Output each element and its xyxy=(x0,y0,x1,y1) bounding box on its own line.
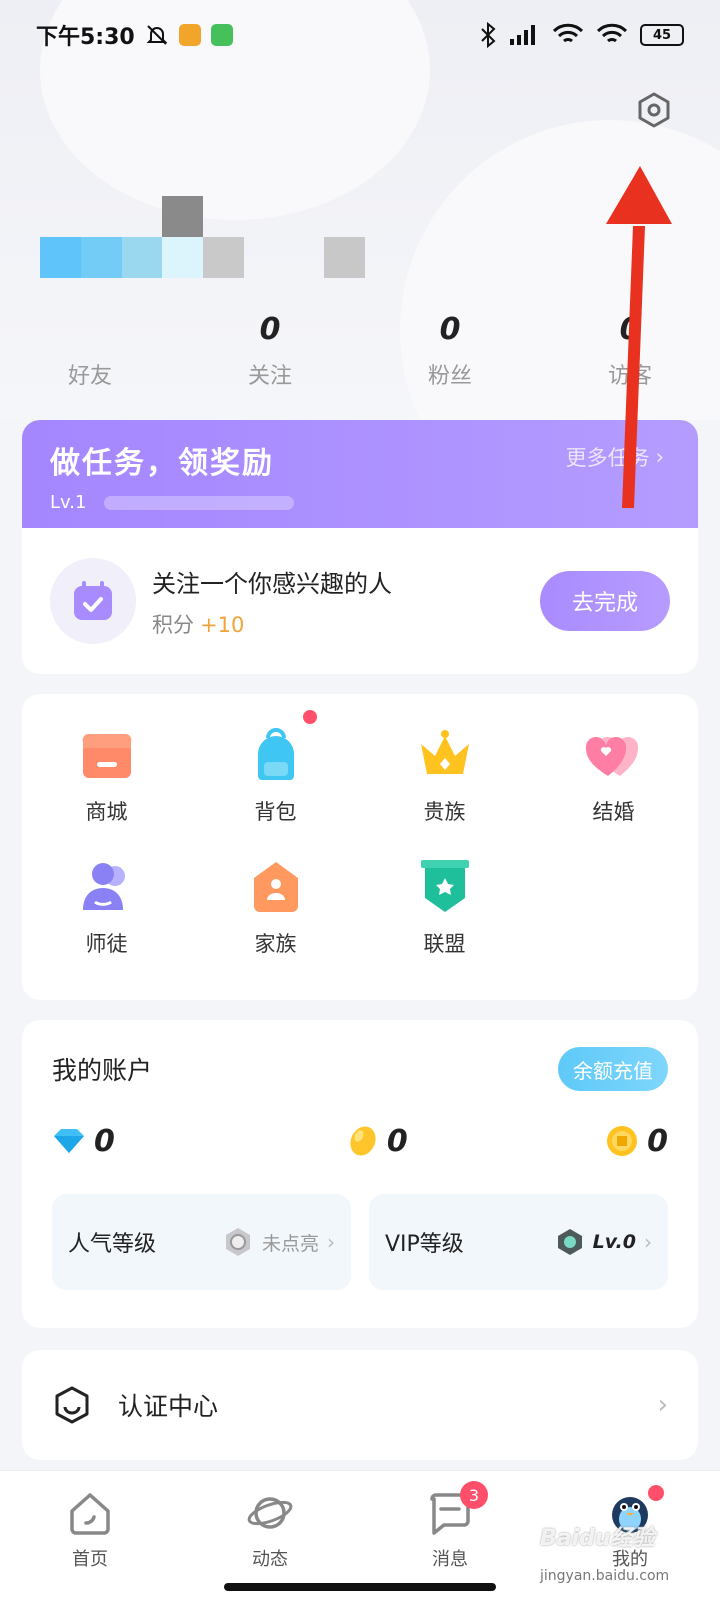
task-level-progress xyxy=(104,495,295,510)
nav-moments[interactable]: 动态 xyxy=(180,1471,360,1600)
nav-label: 消息 xyxy=(432,1549,468,1570)
alliance-icon xyxy=(420,860,469,912)
chevron-right-icon: › xyxy=(644,1230,652,1254)
calendar-check-icon xyxy=(50,558,136,644)
watermark-url: jingyan.baidu.com xyxy=(540,1568,670,1584)
feature-label: 贵族 xyxy=(423,800,466,824)
nav-label: 首页 xyxy=(72,1549,108,1570)
bell-muted-icon xyxy=(146,25,168,45)
task-name: 关注一个你感兴趣的人 xyxy=(152,569,392,598)
feature-label: 背包 xyxy=(254,800,297,824)
avatar[interactable] xyxy=(40,196,370,278)
coin-icon xyxy=(607,1126,638,1156)
task-card: 做任务，领奖励 Lv.1 更多任务 › 关注一个你感兴趣的人 积分 +10 去完成 xyxy=(22,420,698,674)
coin-value: 0 xyxy=(647,1123,668,1159)
recharge-button[interactable]: 余额充值 xyxy=(558,1047,668,1091)
feature-backpack[interactable]: 背包 xyxy=(191,710,360,856)
feature-label: 商城 xyxy=(85,800,128,824)
chat-app-icon xyxy=(210,24,233,46)
shield-hexagon-icon xyxy=(55,1386,89,1424)
nav-home[interactable]: 首页 xyxy=(0,1471,180,1600)
cellular-signal-icon xyxy=(510,25,535,45)
wifi-icon xyxy=(596,23,628,43)
stat-label: 关注 xyxy=(247,364,292,389)
planet-icon xyxy=(247,1497,293,1529)
stat-value: 0 xyxy=(259,312,281,347)
settings-icon[interactable] xyxy=(636,92,672,128)
popularity-value: 未点亮 xyxy=(261,1232,319,1255)
task-points: 积分 +10 xyxy=(152,609,392,639)
backpack-icon xyxy=(257,728,294,780)
coin-balance[interactable]: 0 xyxy=(605,1124,668,1159)
home-indicator xyxy=(224,1583,496,1591)
popularity-badge-icon xyxy=(225,1228,250,1256)
account-title: 我的账户 xyxy=(52,1056,153,1085)
feature-grid: 商城 背包 贵族 结婚 师徒 家族 联盟 xyxy=(22,694,698,1000)
bean-icon xyxy=(350,1126,376,1156)
vip-badge-icon xyxy=(557,1229,582,1255)
status-bar: 下午5:30 45 xyxy=(0,0,720,70)
nav-label: 动态 xyxy=(252,1549,288,1570)
feature-mentor[interactable]: 师徒 xyxy=(22,856,191,988)
unread-badge: 3 xyxy=(460,1481,488,1509)
popularity-level[interactable]: 人气等级 未点亮 › xyxy=(52,1194,351,1290)
hearts-icon xyxy=(585,736,638,776)
bean-value: 0 xyxy=(386,1123,408,1159)
feature-family[interactable]: 家族 xyxy=(191,856,360,988)
diamond-value: 0 xyxy=(94,1123,115,1159)
nav-messages[interactable]: 消息 3 xyxy=(360,1471,540,1600)
status-time: 下午5:30 xyxy=(36,25,135,50)
mentor-icon xyxy=(82,863,125,910)
certification-label: 认证中心 xyxy=(118,1392,219,1421)
new-badge-dot xyxy=(303,710,317,724)
vip-value: Lv.0 xyxy=(592,1231,636,1253)
battery-icon: 45 xyxy=(640,24,684,46)
popularity-title: 人气等级 xyxy=(68,1232,157,1257)
feature-marriage[interactable]: 结婚 xyxy=(529,724,698,856)
task-points-label: 积分 xyxy=(152,612,194,637)
watermark: Baidu经验 xyxy=(540,1526,655,1551)
bean-balance[interactable]: 0 xyxy=(347,1124,408,1159)
wifi-icon xyxy=(552,23,584,43)
vip-title: VIP等级 xyxy=(385,1232,464,1257)
feature-label: 家族 xyxy=(254,932,297,956)
chevron-right-icon: › xyxy=(657,1390,668,1420)
feature-nobility[interactable]: 贵族 xyxy=(360,724,529,856)
task-banner: 做任务，领奖励 Lv.1 更多任务 › xyxy=(22,420,698,528)
vip-level[interactable]: VIP等级 Lv.0 › xyxy=(369,1194,668,1290)
shop-icon xyxy=(82,733,131,778)
task-points-value: +10 xyxy=(200,612,245,637)
certification-center-row[interactable]: 认证中心 › xyxy=(22,1350,698,1460)
stat-value: 0 xyxy=(439,312,461,347)
complete-task-button[interactable]: 去完成 xyxy=(540,571,670,631)
chevron-right-icon: › xyxy=(327,1230,335,1254)
bluetooth-icon xyxy=(481,22,496,48)
stat-following[interactable]: 0 关注 xyxy=(180,310,360,400)
diamond-balance[interactable]: 0 xyxy=(52,1124,115,1159)
feature-shop[interactable]: 商城 xyxy=(22,724,191,856)
stat-label: 好友 xyxy=(67,364,112,389)
annotation-arrow xyxy=(606,166,672,508)
new-badge-dot xyxy=(648,1485,664,1501)
feature-label: 联盟 xyxy=(423,932,466,956)
notes-app-icon xyxy=(178,24,201,46)
home-icon xyxy=(70,1493,110,1535)
diamond-icon xyxy=(54,1129,84,1153)
account-card: 我的账户 余额充值 0 0 0 人气等级 未点亮 › VIP等级 Lv.0 › xyxy=(22,1020,698,1328)
task-item: 关注一个你感兴趣的人 积分 +10 去完成 xyxy=(22,528,698,674)
stat-friends[interactable]: 好友 xyxy=(0,310,180,400)
feature-alliance[interactable]: 联盟 xyxy=(360,856,529,988)
family-icon xyxy=(253,862,298,912)
feature-label: 师徒 xyxy=(85,932,128,956)
stat-label: 粉丝 xyxy=(427,364,472,389)
crown-icon xyxy=(420,730,469,774)
stat-fans[interactable]: 0 粉丝 xyxy=(360,310,540,400)
task-level: Lv.1 xyxy=(50,492,87,513)
feature-label: 结婚 xyxy=(592,800,635,824)
